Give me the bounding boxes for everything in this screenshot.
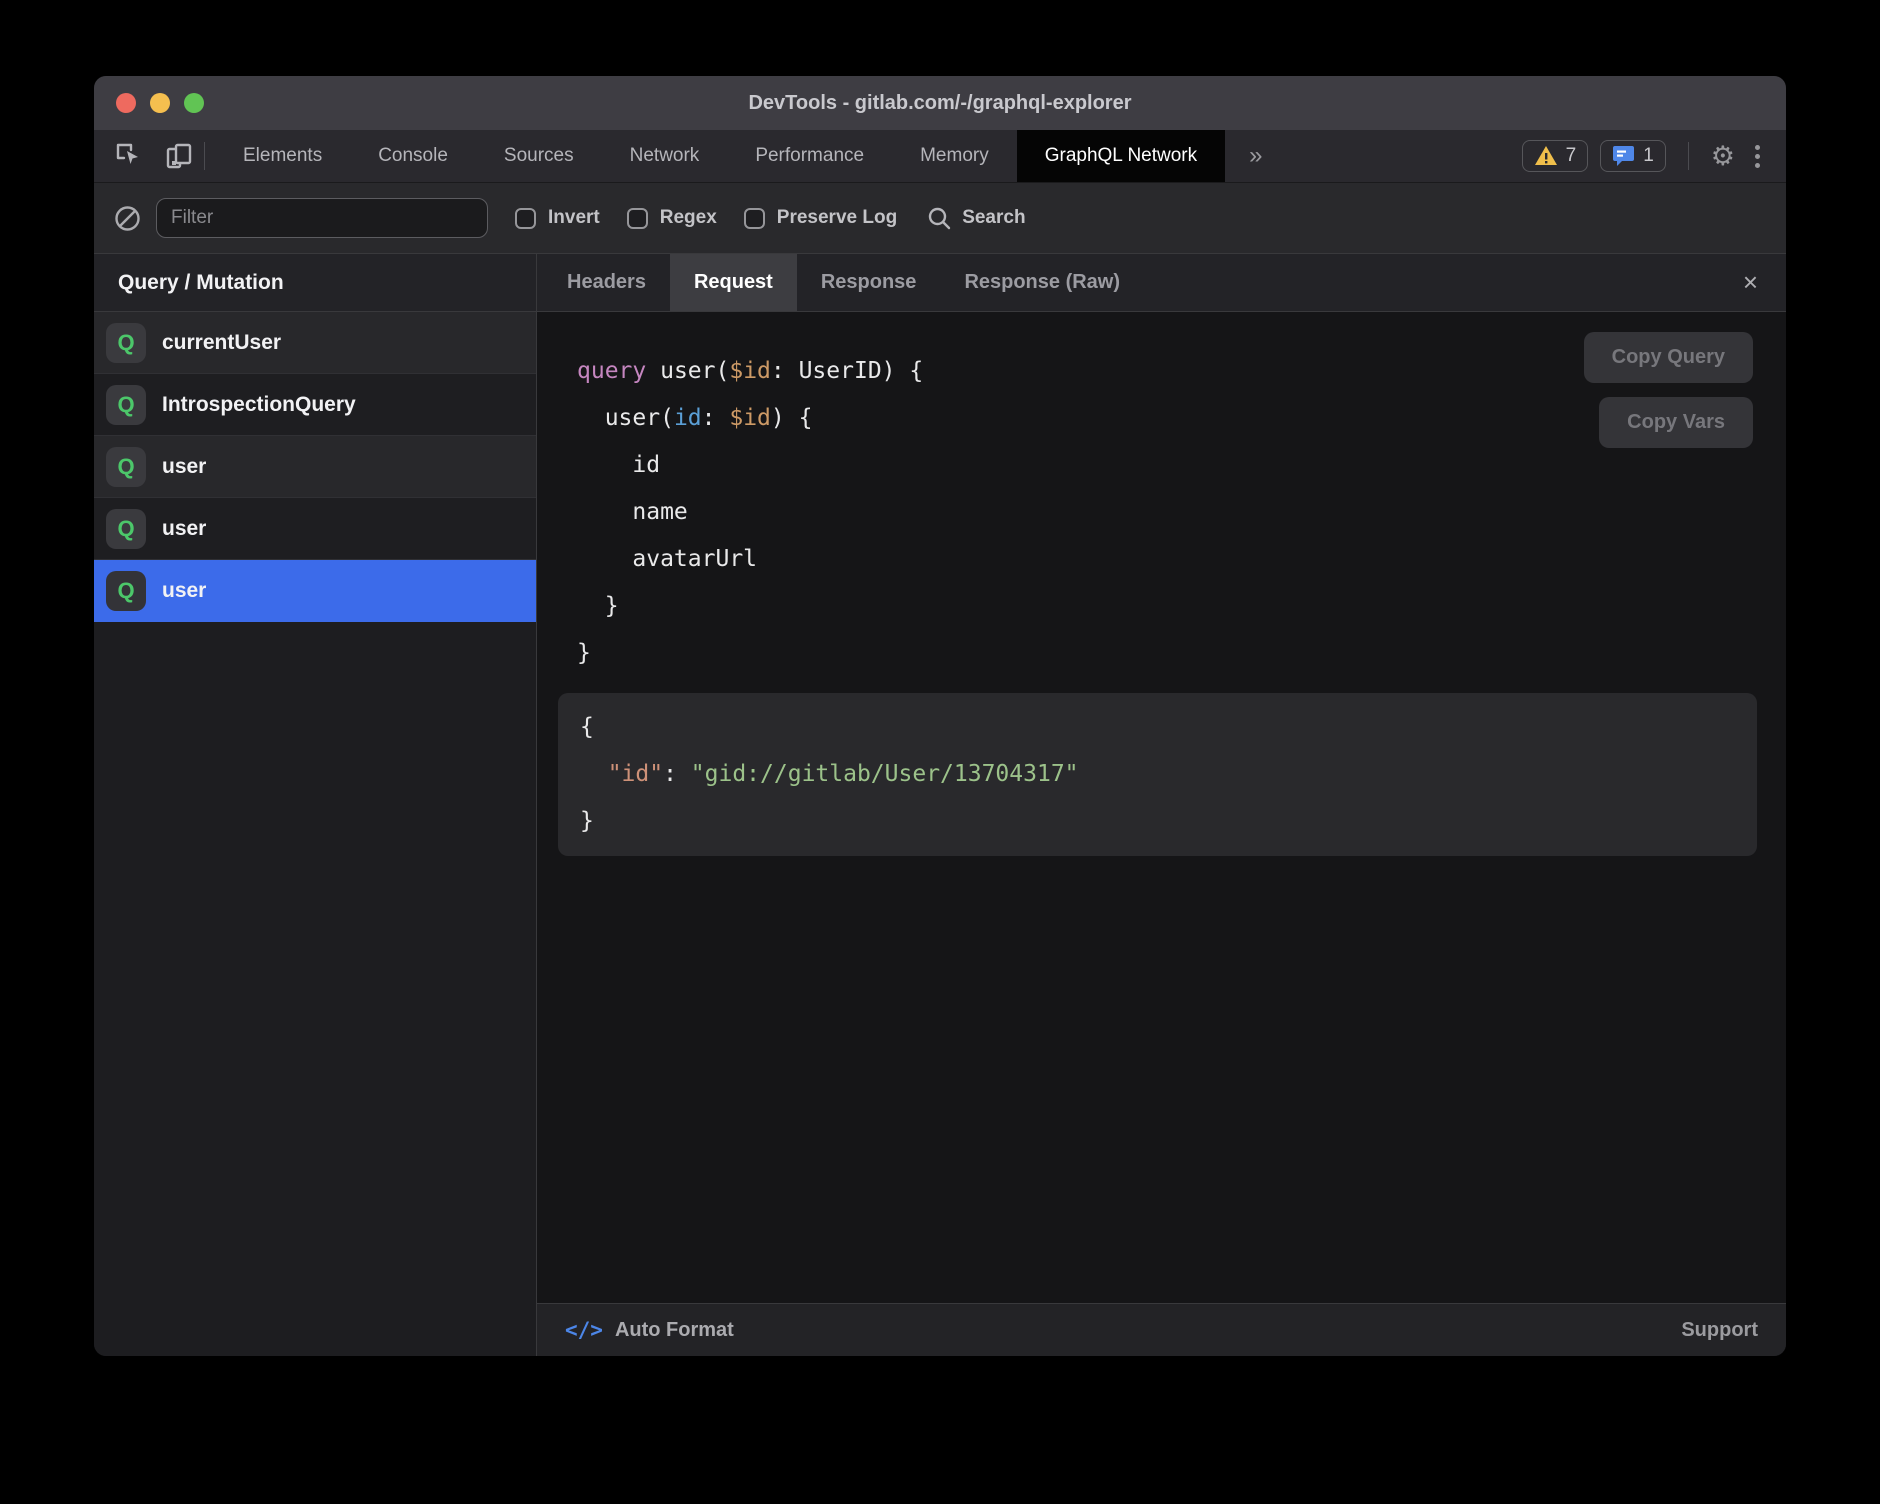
panel-footer: </> Auto Format Support <box>537 1303 1786 1356</box>
messages-badge[interactable]: 1 <box>1600 140 1666 172</box>
detail-tabs: Headers Request Response Response (Raw) … <box>537 254 1786 312</box>
devtools-tabs: Elements Console Sources Network Perform… <box>215 130 1287 182</box>
request-content: query user($id: UserID) { user(id: $id) … <box>537 312 1786 1303</box>
list-item-user-selected[interactable]: Q user <box>94 560 536 622</box>
tab-elements[interactable]: Elements <box>215 130 350 182</box>
regex-checkbox[interactable] <box>627 208 648 229</box>
customize-menu-icon[interactable] <box>1747 145 1768 168</box>
warning-icon <box>1534 145 1558 167</box>
invert-checkbox[interactable] <box>515 208 536 229</box>
messages-count: 1 <box>1643 145 1654 167</box>
query-type-badge: Q <box>106 385 146 425</box>
tab-headers[interactable]: Headers <box>543 254 670 311</box>
list-item-current-user[interactable]: Q currentUser <box>94 312 536 374</box>
close-window-button[interactable] <box>116 93 136 113</box>
minimize-window-button[interactable] <box>150 93 170 113</box>
invert-checkbox-group[interactable]: Invert <box>515 207 600 229</box>
code-brackets-icon: </> <box>565 1318 603 1342</box>
search-control[interactable]: Search <box>927 206 1025 231</box>
query-list-sidebar: Query / Mutation Q currentUser Q Introsp… <box>94 254 537 1356</box>
warnings-count: 7 <box>1566 145 1577 167</box>
list-item-user-1[interactable]: Q user <box>94 436 536 498</box>
query-type-badge: Q <box>106 509 146 549</box>
tab-response-raw[interactable]: Response (Raw) <box>940 254 1144 311</box>
toolbar-divider <box>204 142 205 170</box>
search-label: Search <box>962 207 1025 229</box>
devtools-toolbar: Elements Console Sources Network Perform… <box>94 130 1786 182</box>
list-item-introspection-query[interactable]: Q IntrospectionQuery <box>94 374 536 436</box>
warnings-badge[interactable]: 7 <box>1522 140 1589 172</box>
regex-checkbox-group[interactable]: Regex <box>627 207 717 229</box>
message-bubble-icon <box>1612 145 1635 167</box>
preserve-log-checkbox[interactable] <box>744 208 765 229</box>
support-link[interactable]: Support <box>1681 1319 1758 1342</box>
auto-format-button[interactable]: Auto Format <box>615 1319 734 1342</box>
filter-bar: Invert Regex Preserve Log Search <box>94 182 1786 254</box>
request-detail-panel: Headers Request Response Response (Raw) … <box>537 254 1786 1356</box>
devtools-window: DevTools - gitlab.com/-/graphql-explorer… <box>94 76 1786 1356</box>
traffic-lights <box>116 76 204 130</box>
search-icon <box>927 206 952 231</box>
copy-query-button[interactable]: Copy Query <box>1584 332 1753 383</box>
close-panel-icon[interactable]: × <box>1735 254 1766 311</box>
device-toolbar-icon[interactable] <box>164 141 194 171</box>
preserve-log-label: Preserve Log <box>777 207 897 229</box>
tab-request[interactable]: Request <box>670 254 797 311</box>
invert-label: Invert <box>548 207 600 229</box>
query-type-badge: Q <box>106 323 146 363</box>
block-clear-icon[interactable] <box>112 203 142 233</box>
tab-console[interactable]: Console <box>350 130 476 182</box>
query-type-badge: Q <box>106 571 146 611</box>
filter-input[interactable] <box>156 198 488 238</box>
tab-response[interactable]: Response <box>797 254 941 311</box>
tab-memory[interactable]: Memory <box>892 130 1017 182</box>
window-title: DevTools - gitlab.com/-/graphql-explorer <box>748 92 1131 115</box>
zoom-window-button[interactable] <box>184 93 204 113</box>
copy-vars-button[interactable]: Copy Vars <box>1599 397 1753 448</box>
query-type-badge: Q <box>106 447 146 487</box>
title-bar: DevTools - gitlab.com/-/graphql-explorer <box>94 76 1786 130</box>
preserve-log-checkbox-group[interactable]: Preserve Log <box>744 207 897 229</box>
query-variables-box: { "id": "gid://gitlab/User/13704317"} <box>558 693 1757 856</box>
tab-network[interactable]: Network <box>602 130 728 182</box>
list-item-user-2[interactable]: Q user <box>94 498 536 560</box>
tab-performance[interactable]: Performance <box>727 130 892 182</box>
toolbar-divider <box>1688 142 1689 170</box>
inspect-element-icon[interactable] <box>114 141 144 171</box>
settings-gear-icon[interactable]: ⚙ <box>1711 143 1735 170</box>
tab-graphql-network[interactable]: GraphQL Network <box>1017 130 1225 182</box>
tab-sources[interactable]: Sources <box>476 130 602 182</box>
regex-label: Regex <box>660 207 717 229</box>
query-list-header: Query / Mutation <box>94 254 536 312</box>
more-tabs-chevron-icon[interactable]: » <box>1225 130 1286 182</box>
